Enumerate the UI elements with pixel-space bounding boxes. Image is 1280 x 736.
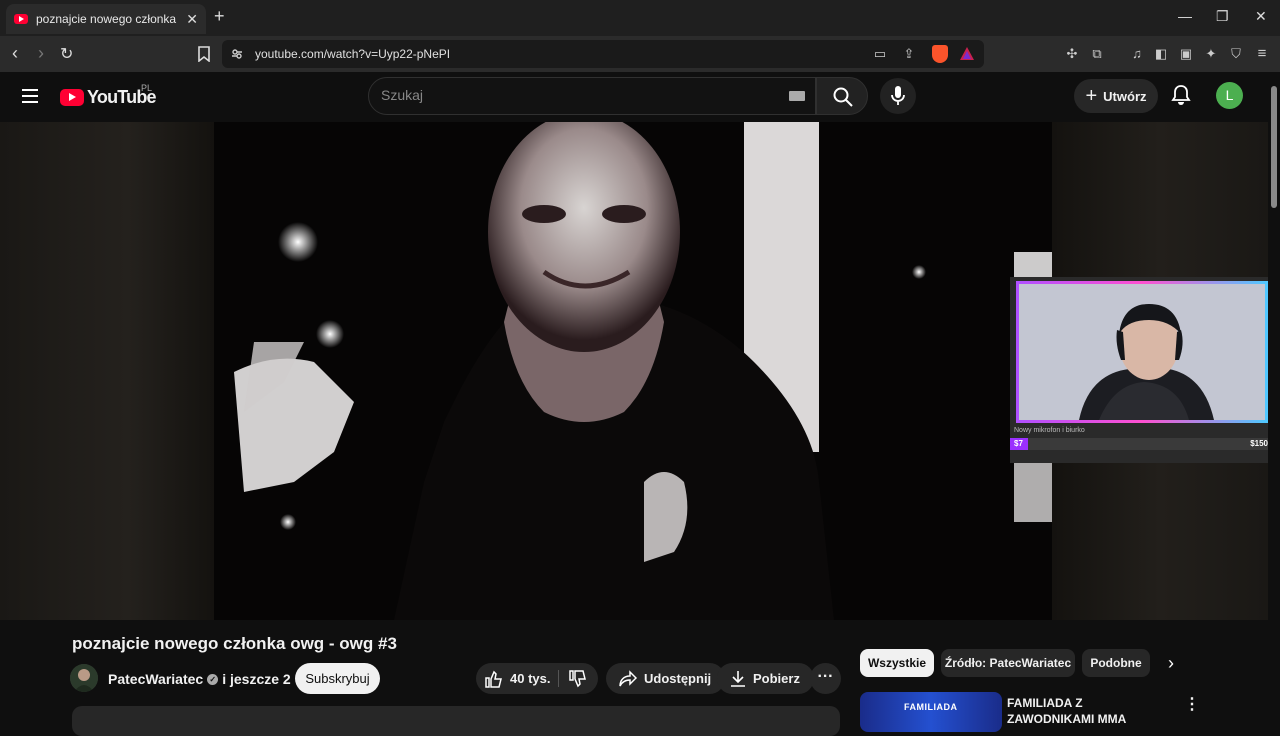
like-dislike-group: 40 tys. [476,663,598,694]
subscribe-button[interactable]: Subskrybuj [295,663,380,694]
recommendation-thumbnail[interactable]: FAMILIADA [860,692,1002,732]
more-actions-button[interactable]: ··· [810,663,841,694]
account-avatar[interactable]: L [1216,82,1243,109]
back-button[interactable]: ‹ [12,43,18,64]
download-label: Pobierz [753,671,800,686]
chip-similar[interactable]: Podobne [1082,649,1150,677]
donation-goal-target: $150 [1250,439,1268,448]
search-box [368,77,816,115]
streamer-overlay: Nowy mikrofon i biurko $7 $150 [1010,277,1272,463]
voice-search-button[interactable] [880,78,916,114]
search-input[interactable] [381,87,771,103]
notifications-bell-icon[interactable] [1170,84,1192,106]
wallet-icon[interactable]: ▣ [1178,46,1194,62]
close-tab-icon[interactable]: ✕ [186,11,198,28]
thumbnail-text: FAMILIADA [904,702,958,712]
channel-avatar-image [70,664,98,692]
media-icon[interactable]: ♫ [1129,46,1145,62]
donation-goal-current: $7 [1014,439,1023,448]
chip-source[interactable]: Źródło: PatecWariatec [941,649,1075,677]
donation-goal-bar: $7 $150 [1010,438,1272,450]
search-icon [833,87,853,107]
page-scrollbar[interactable] [1268,72,1280,720]
restore-button[interactable]: ❐ [1216,8,1229,25]
chip-all[interactable]: Wszystkie [860,649,934,677]
like-count: 40 tys. [510,671,551,686]
sidebar-toggle-icon[interactable]: ◧ [1153,46,1169,62]
webcam-image [1019,284,1265,420]
browser-tab-strip: poznajcie nowego członka owg ✕ + — ❐ ✕ [0,0,1280,36]
like-separator [558,670,559,687]
microphone-icon [891,86,905,105]
thumbs-up-icon [485,670,502,688]
webcam-feed [1016,281,1268,423]
share-label: Udostępnij [644,671,712,686]
browser-toolbar: ‹ › ↻ youtube.com/watch?v=Uyp22-pNePI ▭ … [0,36,1280,72]
create-label: Utwórz [1103,88,1147,104]
brave-rewards-icon[interactable] [960,47,974,60]
youtube-favicon-icon [14,14,28,24]
video-frame[interactable] [214,122,1052,620]
minimize-button[interactable]: — [1178,8,1192,24]
reload-button[interactable]: ↻ [60,44,73,64]
address-bar[interactable]: youtube.com/watch?v=Uyp22-pNePI ▭ ⇪ [222,40,984,68]
download-icon [731,670,745,687]
recommendation-title[interactable]: FAMILIADA Z ZAWODNIKAMI MMA [1007,695,1165,727]
like-button[interactable]: 40 tys. [484,663,550,694]
donation-goal-label: Nowy mikrofon i biurko [1014,427,1085,434]
video-frame-image [214,122,1052,620]
bookmark-icon[interactable] [198,46,210,62]
vpn-icon[interactable]: ⛉ [1228,46,1244,62]
close-window-button[interactable]: ✕ [1255,8,1267,25]
tab-title: poznajcie nowego członka owg [36,12,178,26]
chevron-right-icon[interactable]: › [1168,653,1174,674]
recommendation-menu-icon[interactable]: ⋮ [1184,694,1200,714]
keyboard-icon[interactable] [789,91,805,101]
create-button[interactable]: + Utwórz [1074,79,1158,113]
youtube-logo-icon [60,89,84,106]
leo-ai-icon[interactable]: ✦ [1203,46,1219,62]
share-page-icon[interactable]: ⇪ [901,46,917,62]
screenshot-icon[interactable]: ⧉ [1089,46,1105,62]
browser-tab[interactable]: poznajcie nowego członka owg ✕ [6,4,206,34]
search-button[interactable] [816,77,868,115]
dislike-button[interactable] [568,669,588,694]
region-code: PL [141,83,153,93]
menu-icon[interactable] [22,89,38,103]
channel-collaborators[interactable]: i jeszcze 2 [222,671,291,687]
verified-check-icon: ✓ [207,673,219,685]
share-button[interactable]: Udostępnij [606,663,726,694]
brave-shields-icon[interactable] [932,45,948,63]
scrollbar-thumb[interactable] [1271,86,1277,208]
channel-name[interactable]: PatecWariatec [108,671,203,687]
channel-info: PatecWariatec ✓ i jeszcze 2 [108,671,291,687]
site-info-icon[interactable] [231,48,243,60]
share-icon [619,669,638,686]
plus-icon: + [1085,85,1098,107]
download-button[interactable]: Pobierz [717,663,814,694]
ambient-blur-left [0,122,214,620]
channel-avatar[interactable] [70,664,98,692]
forward-button[interactable]: › [38,43,44,64]
new-tab-button[interactable]: + [214,6,225,27]
thumbs-down-icon [569,670,586,688]
browser-menu-icon[interactable]: ≡ [1254,46,1270,62]
youtube-header: YouTube PL + Utwórz L [0,72,1280,122]
description-box[interactable] [72,706,840,736]
video-title: poznajcie nowego członka owg - owg #3 [72,634,397,653]
url-text: youtube.com/watch?v=Uyp22-pNePI [255,47,451,61]
extensions-icon[interactable]: ✣ [1064,46,1080,62]
cast-icon[interactable]: ▭ [872,46,888,62]
